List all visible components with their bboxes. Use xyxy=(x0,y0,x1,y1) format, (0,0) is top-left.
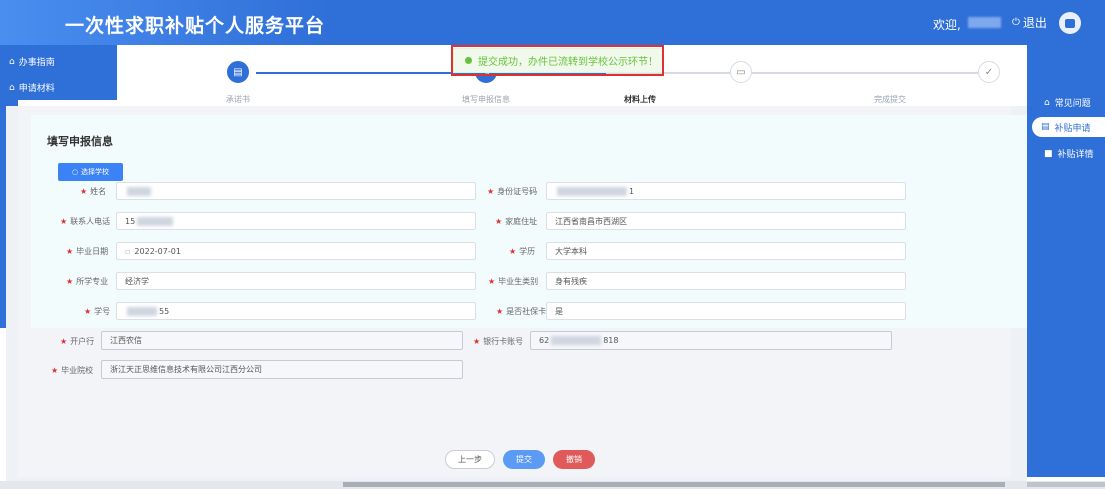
major-input[interactable]: 经济学 xyxy=(116,272,476,290)
success-toast: 提交成功，办件已流转到学校公示环节！ xyxy=(453,48,663,73)
id-number-label: ★ 身份证号码 xyxy=(487,187,538,196)
contact-phone-label: ★ 联系人电话 xyxy=(60,217,111,226)
sidebar-item-faq[interactable]: ⌂ 常见问题 xyxy=(1044,96,1091,110)
sidebar-item-details[interactable]: ■ 补贴详情 xyxy=(1044,147,1094,161)
app-title: 一次性求职补贴个人服务平台 xyxy=(65,15,326,37)
school-input[interactable]: 浙江天正思维信息技术有限公司江西分公司 xyxy=(101,360,463,379)
sidebar-item-apply[interactable]: ▤ 补贴申请 xyxy=(1032,117,1105,137)
sidebar-item-label: 补贴申请 xyxy=(1054,123,1091,134)
step-connector xyxy=(606,72,986,74)
home-address-input[interactable]: 江西省南昌市西湖区 xyxy=(546,212,906,230)
name-label: ★ 姓名 xyxy=(80,187,107,196)
student-id-label: ★ 学号 xyxy=(84,307,111,316)
prev-button[interactable]: 上一步 xyxy=(445,450,495,469)
bank-card-input[interactable]: 62 818 xyxy=(530,331,892,350)
bank-label: ★ 开户行 xyxy=(60,337,95,346)
major-label: ★ 所学专业 xyxy=(66,277,109,286)
logout-button[interactable]: ⏻ 退出 xyxy=(1012,14,1047,31)
social-security-label: ★ 是否社保卡 xyxy=(496,307,547,316)
step-label-upload: 材料上传 xyxy=(624,95,656,104)
contact-phone-input[interactable]: 15 xyxy=(116,212,476,230)
name-input[interactable] xyxy=(116,182,476,200)
sidebar-item-label: 办事指南 xyxy=(18,58,55,68)
step-label-promise: 承诺书 xyxy=(226,95,250,104)
cancel-button[interactable]: 撤销 xyxy=(553,450,595,469)
step-label-submit: 完成提交 xyxy=(874,95,906,104)
id-number-input[interactable]: 1 xyxy=(546,182,906,200)
sidebar-item-label: 常见问题 xyxy=(1054,99,1091,109)
home-icon: ⌂ xyxy=(9,82,15,93)
check-icon: ✓ xyxy=(978,61,1000,83)
logout-label: 退出 xyxy=(1022,16,1047,30)
search-icon: ○ xyxy=(71,168,79,176)
step-label-fill: 填写申报信息 xyxy=(462,95,510,104)
username-redacted xyxy=(968,17,1001,28)
bank-input[interactable]: 江西农信 xyxy=(101,331,463,350)
section-title: 填写申报信息 xyxy=(47,135,113,148)
scrollbar-thumb[interactable] xyxy=(343,482,1005,487)
welcome-text: 欢迎, xyxy=(933,18,961,32)
graduate-category-label: ★ 毕业生类别 xyxy=(488,277,539,286)
clipboard-icon: ▤ xyxy=(227,61,249,83)
choose-school-button[interactable]: ○ 选择学校 xyxy=(58,163,123,181)
sidebar-item-materials[interactable]: ⌂ 申请材料 xyxy=(9,81,55,95)
calendar-icon: ▫ xyxy=(125,246,131,256)
bank-card-label: ★ 银行卡账号 xyxy=(473,337,524,346)
success-icon xyxy=(465,57,472,64)
user-icon xyxy=(1065,18,1075,28)
avatar[interactable] xyxy=(1059,12,1081,34)
graduation-date-label: ★ 毕业日期 xyxy=(66,247,109,256)
square-icon: ■ xyxy=(1044,148,1053,159)
school-label: ★ 毕业院校 xyxy=(51,366,94,375)
top-header: 一次性求职补贴个人服务平台 欢迎, ⏻ 退出 xyxy=(0,0,1105,45)
sidebar-item-label: 申请材料 xyxy=(18,84,55,94)
inbox-icon: ▭ xyxy=(730,61,752,83)
education-label: ★ 学历 xyxy=(509,247,536,256)
list-icon: ▤ xyxy=(1041,122,1050,132)
scrollbar-thumb-secondary[interactable] xyxy=(1027,482,1105,487)
social-security-select[interactable]: 是 xyxy=(546,302,906,320)
sidebar-item-guide[interactable]: ⌂ 办事指南 xyxy=(9,55,55,69)
student-id-input[interactable]: 55 xyxy=(116,302,476,320)
power-icon: ⏻ xyxy=(1012,17,1020,28)
right-sidebar xyxy=(1027,45,1105,315)
submit-button[interactable]: 提交 xyxy=(503,450,545,469)
graduation-date-input[interactable]: ▫ 2022-07-01 xyxy=(116,242,476,260)
sidebar-item-label: 补贴详情 xyxy=(1057,150,1094,160)
graduate-category-select[interactable]: 身有残疾 xyxy=(546,272,906,290)
home-icon: ⌂ xyxy=(9,56,15,67)
home-address-label: ★ 家庭住址 xyxy=(495,217,538,226)
choose-school-label: 选择学校 xyxy=(81,168,110,176)
step-connector xyxy=(256,72,486,74)
education-select[interactable]: 大学本科 xyxy=(546,242,906,260)
home-icon: ⌂ xyxy=(1044,97,1050,108)
toast-message: 提交成功，办件已流转到学校公示环节！ xyxy=(478,57,658,68)
